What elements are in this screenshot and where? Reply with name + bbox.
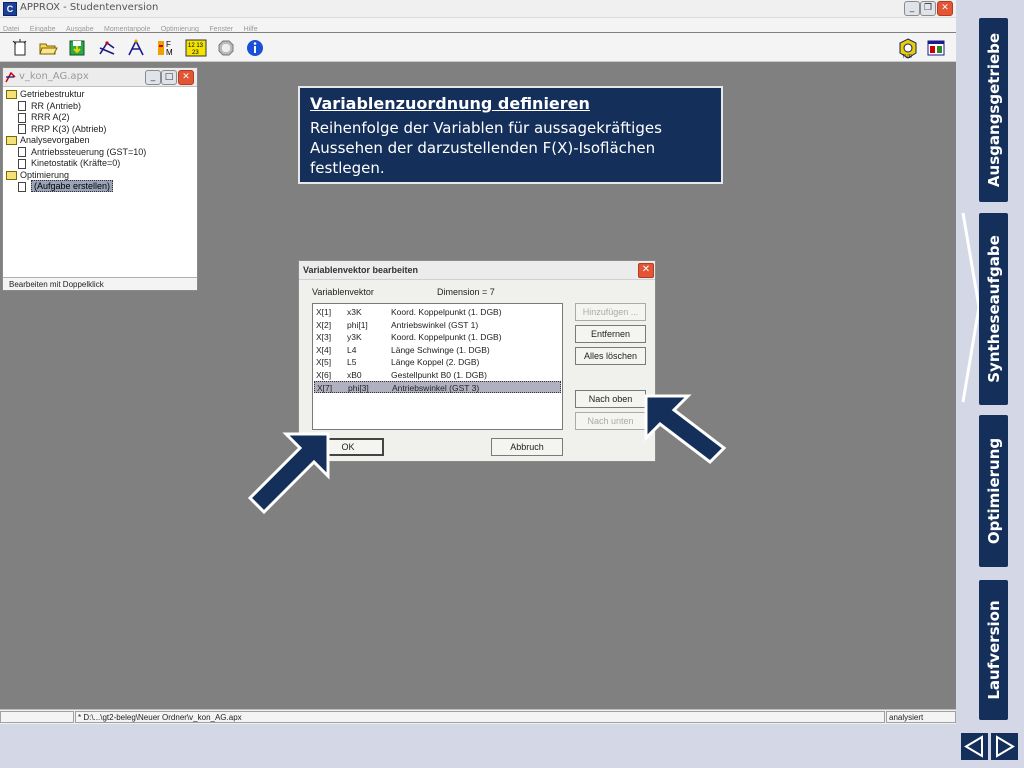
info-box: Variablenzuordnung definieren Reihenfolg… [298, 86, 723, 184]
nav-tab-ausgangsgetriebe[interactable]: Ausgangsgetriebe [979, 18, 1008, 202]
list-item[interactable]: X[5] L5 Länge Koppel (2. DGB) [314, 356, 561, 368]
active-tab-chevron-icon [961, 212, 981, 403]
new-document-icon[interactable] [10, 38, 30, 58]
list-item-selected[interactable]: X[7] phi[3] Antriebswinkel (GST 3) [314, 381, 561, 393]
window-title: APPROX - Studentenversion [20, 2, 159, 13]
info-icon[interactable] [245, 38, 265, 58]
svg-text:23: 23 [192, 50, 199, 56]
status-bar: * D:\...\gt2-beleg\Neuer Ordner\v_kon_AG… [0, 709, 956, 724]
tree-item-analysevorgaben[interactable]: Analysevorgaben [6, 135, 146, 147]
list-item[interactable]: X[6] xB0 Gestellpunkt B0 (1. DGB) [314, 369, 561, 381]
svg-text:M: M [166, 48, 173, 57]
list-item[interactable]: X[3] y3K Koord. Koppelpunkt (1. DGB) [314, 331, 561, 343]
linkage-icon[interactable] [126, 38, 146, 58]
menu-fenster[interactable]: Fenster [206, 23, 236, 33]
mechanism-icon[interactable] [97, 38, 117, 58]
project-minimize-button[interactable]: _ [145, 70, 161, 85]
triangle-left-icon [964, 735, 983, 758]
tree-item-aufgabe-erstellen[interactable]: (Aufgabe erstellen) [6, 180, 146, 193]
approx-window: C APPROX - Studentenversion _ ❐ ✕ Datei … [0, 0, 956, 724]
document-icon [18, 158, 26, 169]
project-title: v_kon_AG.apx [19, 71, 89, 82]
tree-item-rr-antrieb[interactable]: RR (Antrieb) [6, 101, 146, 113]
project-status: Bearbeiten mit Doppelklick [3, 277, 197, 290]
tree-item-rrp-k3[interactable]: RRP K(3) (Abtrieb) [6, 124, 146, 136]
variable-list[interactable]: X[1] x3K Koord. Koppelpunkt (1. DGB) X[2] p… [312, 303, 563, 430]
tree-item-antriebssteuerung[interactable]: Antriebssteuerung (GST=10) [6, 147, 146, 159]
project-window: v_kon_AG.apx _ □ ✕ Getriebestruktur RR (… [2, 67, 198, 291]
menu-datei[interactable]: Datei [0, 23, 22, 33]
list-item[interactable]: X[2] phi[1] Antriebswinkel (GST 1) [314, 319, 561, 331]
menu-hilfe[interactable]: Hilfe [241, 23, 261, 33]
document-icon [18, 112, 26, 123]
open-folder-icon[interactable] [38, 38, 58, 58]
tree-item-kinetostatik[interactable]: Kinetostatik (Kräfte=0) [6, 158, 146, 170]
title-bar: C APPROX - Studentenversion _ ❐ ✕ [0, 0, 956, 18]
variablenvektor-dialog: Variablenvektor bearbeiten ✕ Variablenve… [298, 260, 656, 462]
maximize-button[interactable]: ❐ [920, 1, 936, 16]
status-file-path: * D:\...\gt2-beleg\Neuer Ordner\v_kon_AG… [75, 711, 885, 723]
menu-bar: Datei Eingabe Ausgabe Momentanpole Optim… [0, 18, 956, 33]
svg-text:12 13: 12 13 [188, 43, 204, 49]
project-tree: Getriebestruktur RR (Antrieb) RRR A(2) R… [6, 89, 146, 193]
close-button[interactable]: ✕ [937, 1, 953, 16]
force-icon[interactable]: FM [155, 38, 175, 58]
dialog-title-bar: Variablenvektor bearbeiten ✕ [299, 261, 655, 280]
menu-eingabe[interactable]: Eingabe [27, 23, 59, 33]
clear-all-button[interactable]: Alles löschen [575, 347, 646, 365]
list-item[interactable]: X[1] x3K Koord. Koppelpunkt (1. DGB) [314, 306, 561, 318]
folder-icon [6, 136, 17, 146]
optimus-tud-icon[interactable]: TUD [897, 38, 917, 60]
matrix-icon[interactable]: 12 13 23 [185, 38, 207, 58]
triangle-right-icon [996, 735, 1015, 758]
menu-optimierung[interactable]: Optimierung [158, 23, 202, 33]
dialog-close-button[interactable]: ✕ [638, 263, 654, 278]
minimize-button[interactable]: _ [904, 1, 920, 16]
info-body: Reihenfolge der Variablen für aussagekrä… [310, 119, 662, 177]
arrow-to-ok-icon [247, 432, 330, 515]
document-icon [18, 101, 26, 112]
status-state: analysiert [886, 711, 956, 723]
document-icon [18, 124, 26, 135]
nav-tab-laufversion[interactable]: Laufversion [979, 580, 1008, 720]
menu-momentanpole[interactable]: Momentanpole [101, 23, 153, 33]
info-heading: Variablenzuordnung definieren [310, 94, 590, 113]
status-cell-empty [0, 711, 74, 723]
document-icon [18, 147, 26, 158]
arrow-to-move-up-icon [644, 394, 727, 464]
svg-text:TUD: TUD [902, 54, 913, 60]
nav-tab-syntheseaufgabe[interactable]: Syntheseaufgabe [979, 213, 1008, 405]
menu-ausgabe[interactable]: Ausgabe [63, 23, 97, 33]
list-item[interactable]: X[4] L4 Länge Schwinge (1. DGB) [314, 344, 561, 356]
nav-tab-optimierung[interactable]: Optimierung [979, 415, 1008, 567]
project-maximize-button[interactable]: □ [161, 70, 177, 85]
variablenvektor-label: Variablenvektor [312, 287, 374, 297]
tree-item-getriebestruktur[interactable]: Getriebestruktur [6, 89, 146, 101]
folder-icon [6, 170, 17, 180]
project-title-bar: v_kon_AG.apx _ □ ✕ [3, 68, 197, 87]
tree-item-rrr-a2[interactable]: RRR A(2) [6, 112, 146, 124]
toolbar: FM 12 13 23 TUD [0, 33, 956, 62]
move-up-button[interactable]: Nach oben [575, 390, 646, 408]
project-close-button[interactable]: ✕ [178, 70, 194, 85]
cancel-button[interactable]: Abbruch [491, 438, 563, 456]
remove-button[interactable]: Entfernen [575, 325, 646, 343]
app-logo-icon: C [3, 2, 17, 16]
move-down-button[interactable]: Nach unten [575, 412, 646, 430]
stop-icon[interactable] [216, 38, 236, 58]
next-slide-button[interactable] [991, 733, 1018, 760]
project-logo-icon [5, 70, 16, 83]
dialog-title: Variablenvektor bearbeiten [303, 265, 419, 275]
dimension-label: Dimension = 7 [437, 287, 495, 297]
window-icon[interactable] [926, 38, 946, 58]
add-button[interactable]: Hinzufügen ... [575, 303, 646, 321]
previous-slide-button[interactable] [961, 733, 988, 760]
save-icon[interactable] [67, 38, 87, 58]
document-icon [18, 181, 26, 192]
folder-icon [6, 90, 17, 100]
